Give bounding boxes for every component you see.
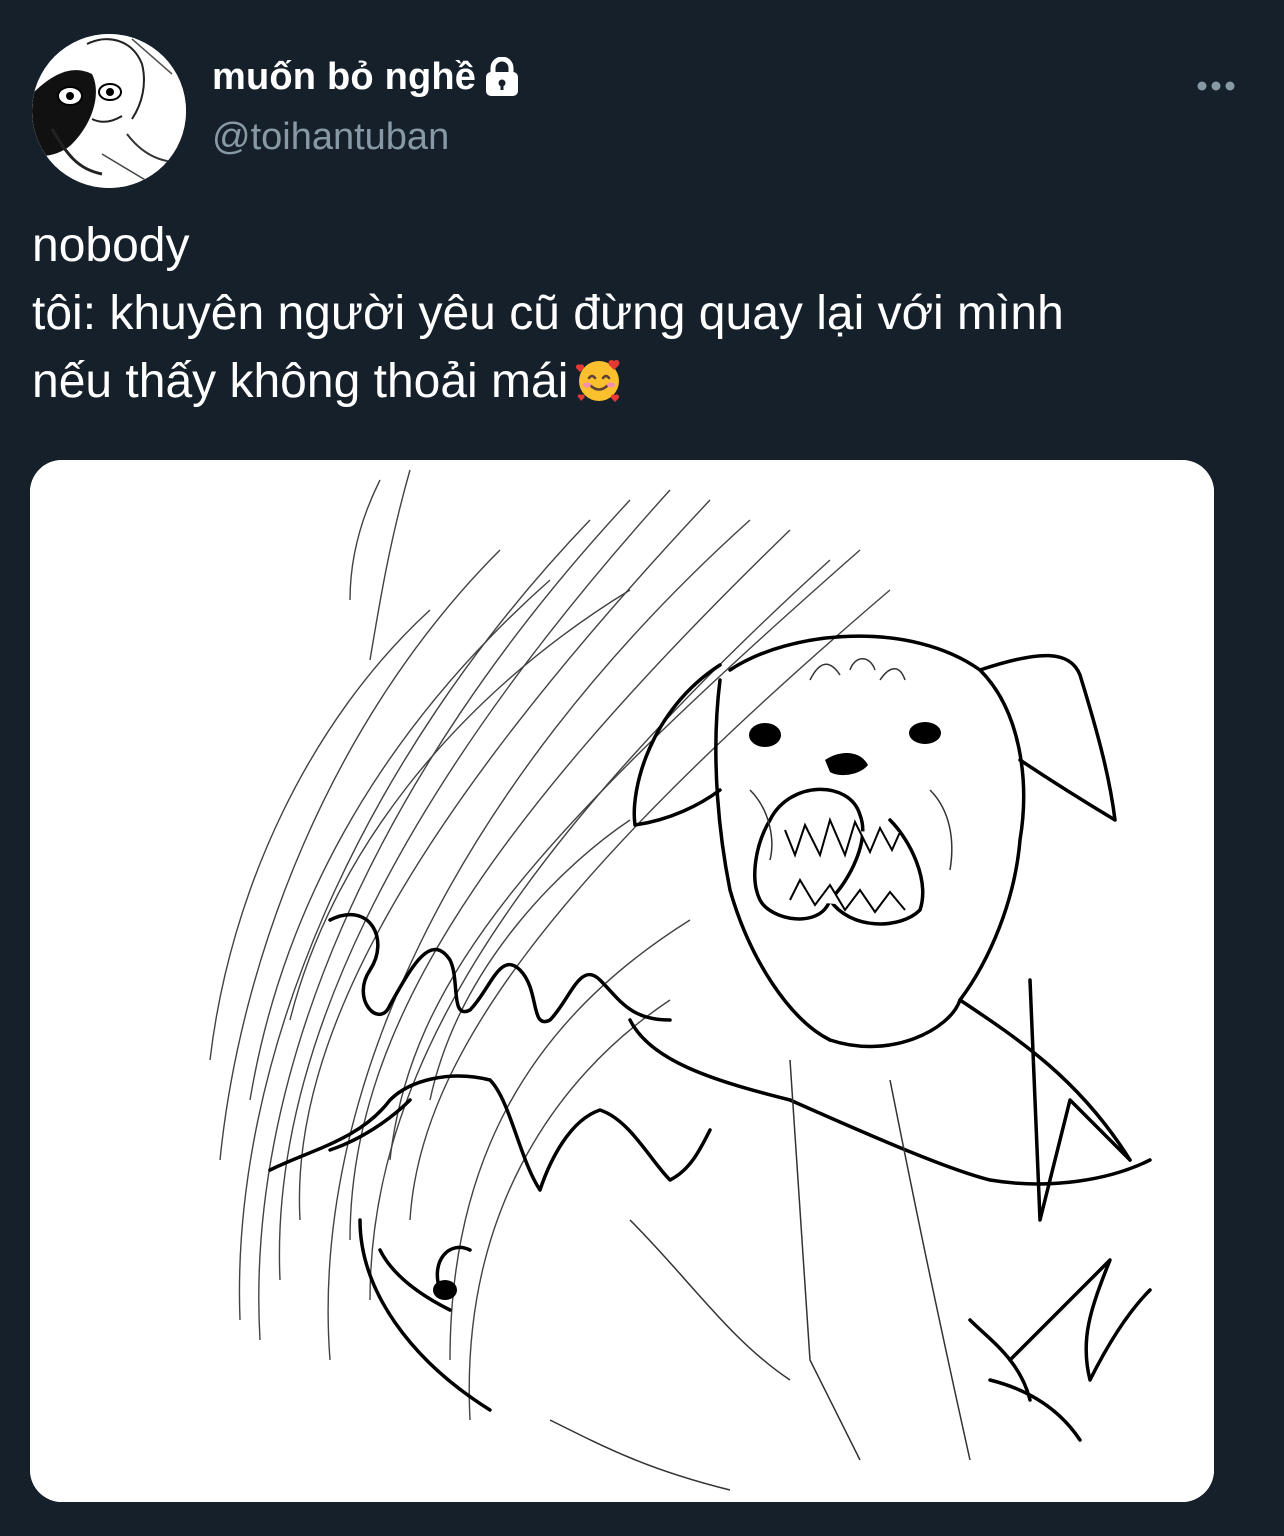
tweet-text: nobody tôi: khuyên người yêu cũ đừng qua…	[32, 212, 1252, 416]
more-options-button[interactable]	[1190, 68, 1242, 104]
tweet-media-image[interactable]	[30, 460, 1214, 1502]
tweet-text-line: nếu thấy không thoải mái	[32, 348, 1252, 416]
tweet: muốn bỏ nghề @toihantuban nobody tôi: kh…	[0, 0, 1284, 1536]
tweet-header: muốn bỏ nghề @toihantuban	[32, 34, 1252, 192]
avatar-sketch-icon	[32, 34, 186, 188]
smiling-face-with-hearts-emoji-icon	[574, 355, 624, 405]
display-name-row: muốn bỏ nghề	[212, 52, 520, 102]
author-names: muốn bỏ nghề @toihantuban	[212, 52, 520, 159]
lock-icon	[484, 57, 520, 97]
tweet-text-line-content: nếu thấy không thoải mái	[32, 355, 569, 408]
tweet-text-line: nobody	[32, 219, 190, 272]
angry-dog-sketch-image-icon	[30, 460, 1214, 1502]
tweet-text-line: tôi: khuyên người yêu cũ đừng quay lại v…	[32, 287, 1064, 340]
more-dots-icon	[1197, 81, 1235, 91]
display-name[interactable]: muốn bỏ nghề	[212, 56, 476, 99]
avatar[interactable]	[32, 34, 186, 188]
author-handle[interactable]: @toihantuban	[212, 116, 520, 159]
